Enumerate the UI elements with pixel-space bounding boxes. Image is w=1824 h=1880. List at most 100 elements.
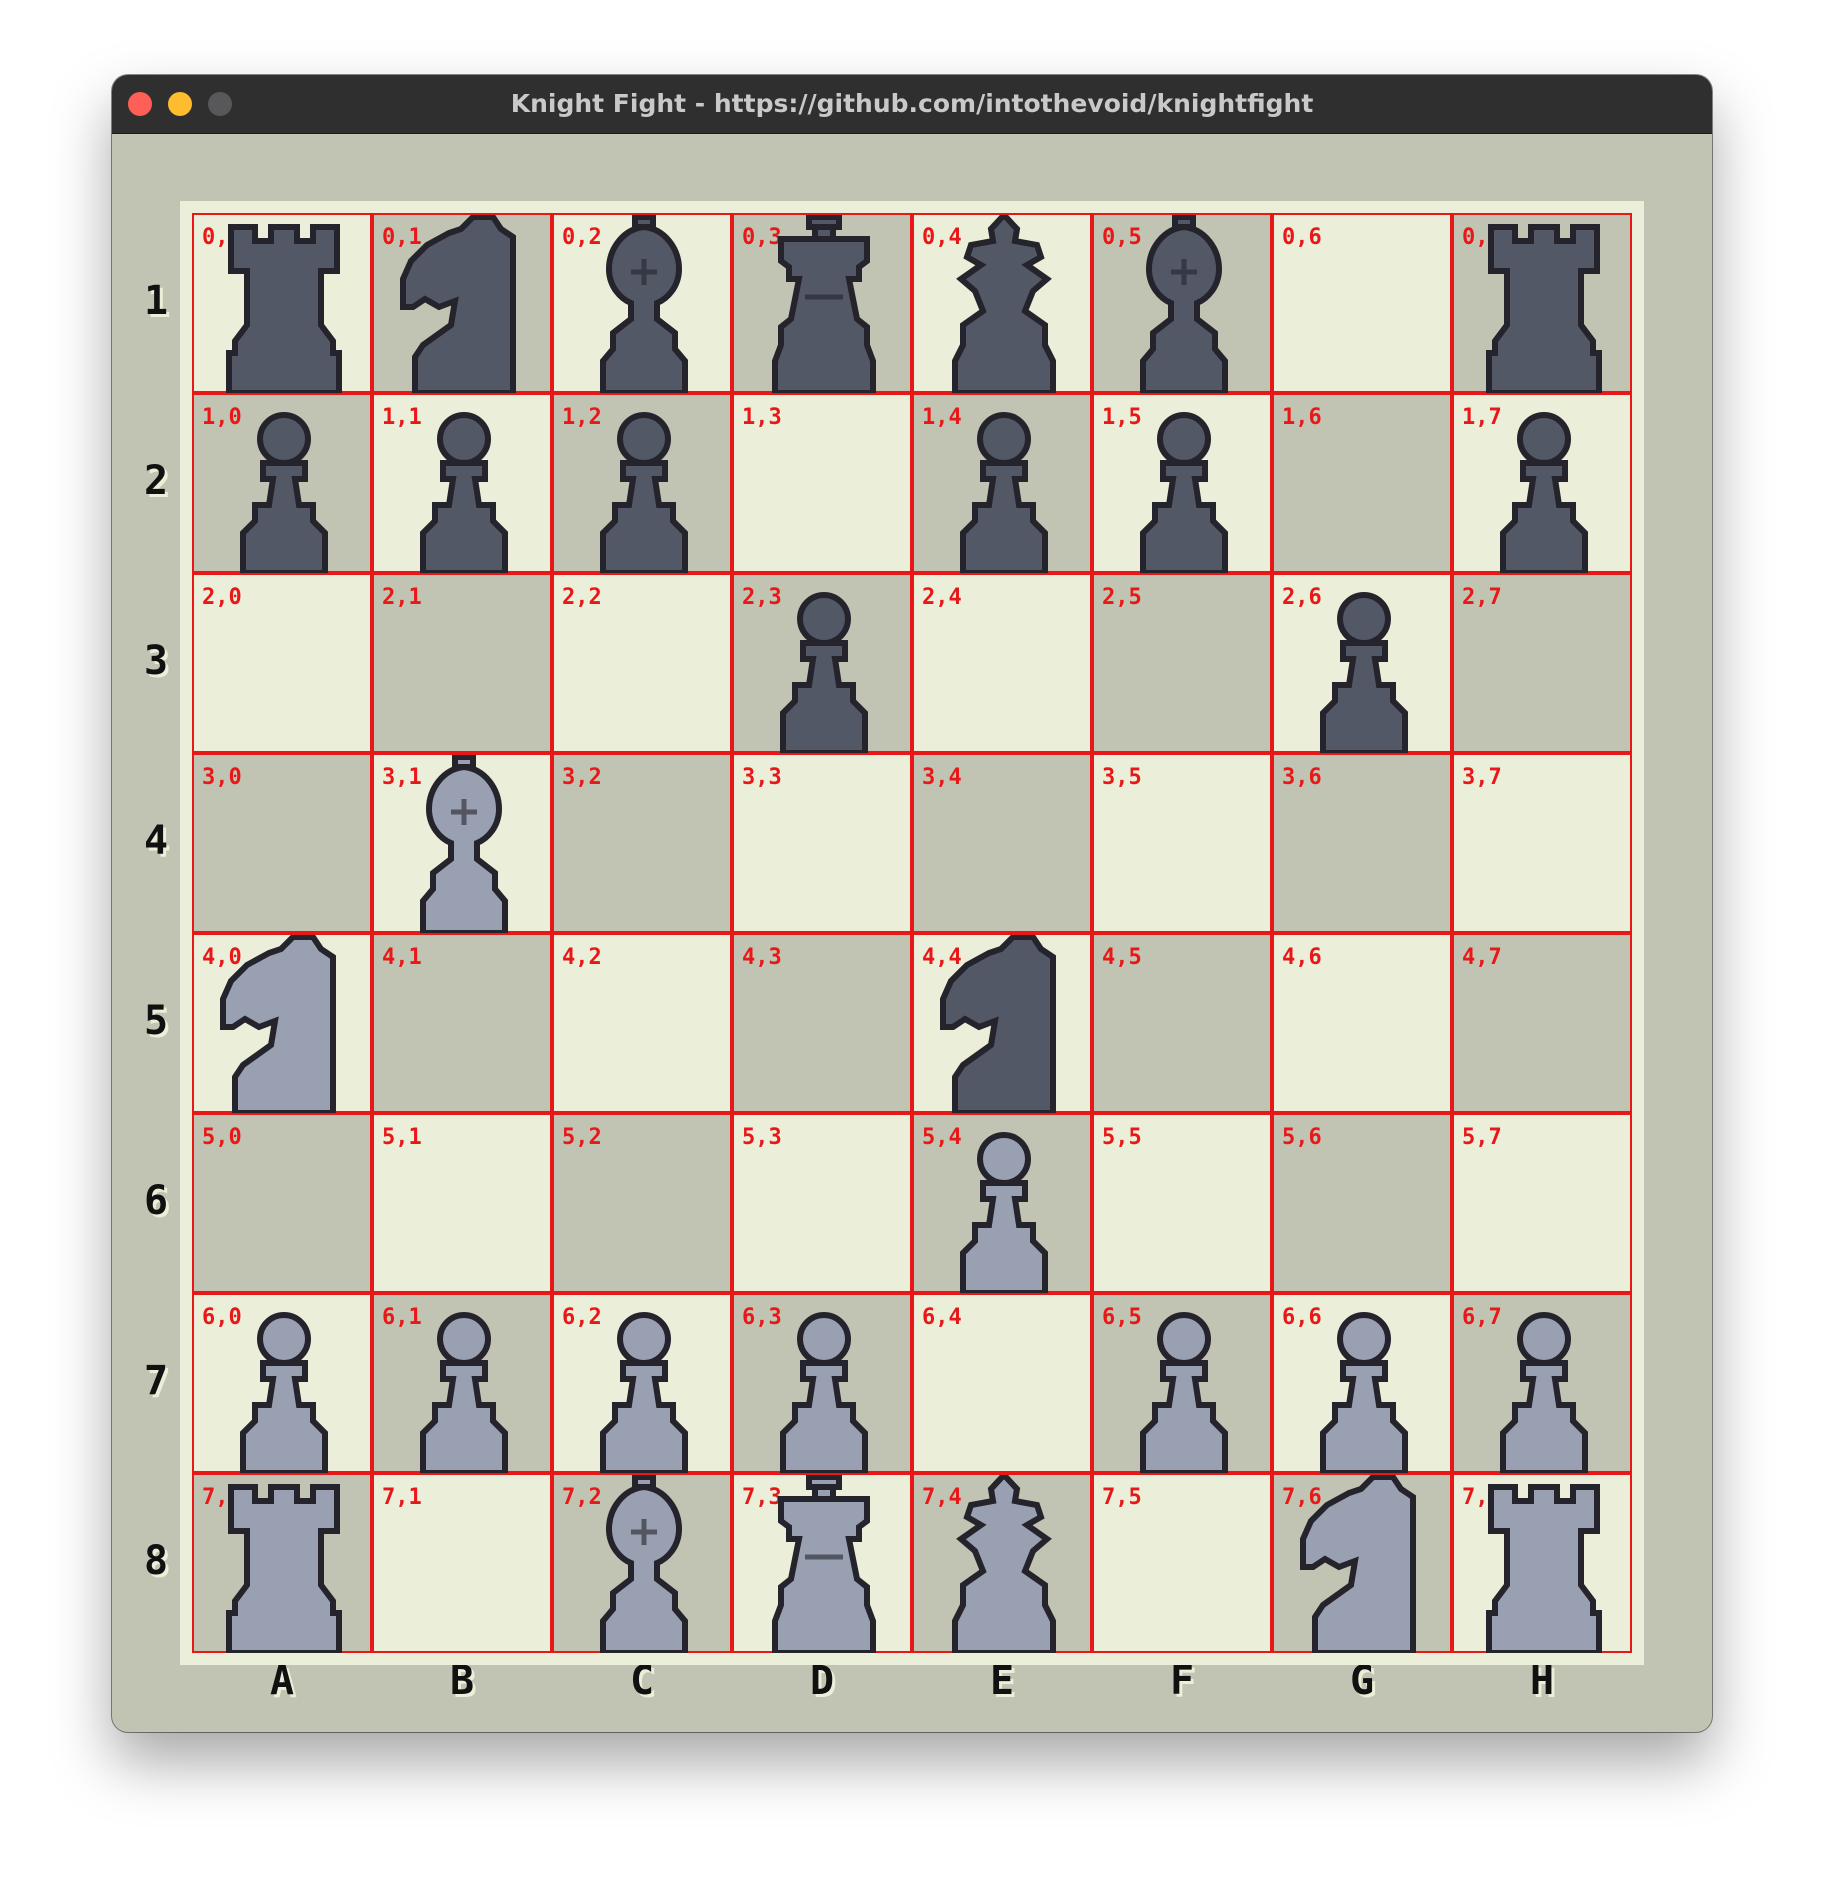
light-pawn-icon[interactable] (209, 1295, 359, 1473)
board-square[interactable]: 5,2 (552, 1113, 732, 1293)
dark-knight-icon[interactable] (929, 935, 1079, 1113)
board-square[interactable]: 2,6 (1272, 573, 1452, 753)
board-square[interactable]: 6,3 (732, 1293, 912, 1473)
light-pawn-icon[interactable] (1289, 1295, 1439, 1473)
square-coordinate-label: 3,6 (1282, 765, 1322, 790)
light-rook-icon[interactable] (209, 1475, 359, 1653)
light-knight-icon[interactable] (1289, 1475, 1439, 1653)
board-square[interactable]: 6,1 (372, 1293, 552, 1473)
dark-bishop-icon[interactable] (1109, 215, 1259, 393)
board-square[interactable]: 2,2 (552, 573, 732, 753)
board-square[interactable]: 4,1 (372, 933, 552, 1113)
board-square[interactable]: 3,5 (1092, 753, 1272, 933)
dark-pawn-icon[interactable] (389, 395, 539, 573)
board-square[interactable]: 6,4 (912, 1293, 1092, 1473)
board-square[interactable]: 1,5 (1092, 393, 1272, 573)
board-square[interactable]: 2,3 (732, 573, 912, 753)
board-square[interactable]: 7,1 (372, 1473, 552, 1653)
board-square[interactable]: 5,5 (1092, 1113, 1272, 1293)
board-square[interactable]: 6,2 (552, 1293, 732, 1473)
board-square[interactable]: 4,0 (192, 933, 372, 1113)
board-square[interactable]: 2,4 (912, 573, 1092, 753)
light-queen-icon[interactable] (749, 1475, 899, 1653)
light-pawn-icon[interactable] (1469, 1295, 1619, 1473)
board-square[interactable]: 2,1 (372, 573, 552, 753)
light-pawn-icon[interactable] (749, 1295, 899, 1473)
board-square[interactable]: 4,7 (1452, 933, 1632, 1113)
dark-pawn-icon[interactable] (1109, 395, 1259, 573)
board-square[interactable]: 6,5 (1092, 1293, 1272, 1473)
board-square[interactable]: 1,3 (732, 393, 912, 573)
dark-rook-icon[interactable] (1469, 215, 1619, 393)
board-square[interactable]: 7,6 (1272, 1473, 1452, 1653)
light-rook-icon[interactable] (1469, 1475, 1619, 1653)
board-square[interactable]: 2,5 (1092, 573, 1272, 753)
light-pawn-icon[interactable] (1109, 1295, 1259, 1473)
board-square[interactable]: 3,2 (552, 753, 732, 933)
square-coordinate-label: 2,7 (1462, 585, 1502, 610)
light-pawn-icon[interactable] (569, 1295, 719, 1473)
board-square[interactable]: 5,0 (192, 1113, 372, 1293)
board-square[interactable]: 1,2 (552, 393, 732, 573)
board-square[interactable]: 3,0 (192, 753, 372, 933)
light-bishop-icon[interactable] (569, 1475, 719, 1653)
dark-pawn-icon[interactable] (569, 395, 719, 573)
dark-king-icon[interactable] (929, 215, 1079, 393)
board-square[interactable]: 7,7 (1452, 1473, 1632, 1653)
board-square[interactable]: 6,6 (1272, 1293, 1452, 1473)
dark-rook-icon[interactable] (209, 215, 359, 393)
dark-pawn-icon[interactable] (929, 395, 1079, 573)
board-square[interactable]: 3,1 (372, 753, 552, 933)
board-square[interactable]: 0,4 (912, 213, 1092, 393)
board-square[interactable]: 5,7 (1452, 1113, 1632, 1293)
board-square[interactable]: 1,1 (372, 393, 552, 573)
light-pawn-icon[interactable] (929, 1115, 1079, 1293)
title-bar[interactable]: Knight Fight - https://github.com/intoth… (112, 75, 1712, 134)
board-square[interactable]: 4,6 (1272, 933, 1452, 1113)
dark-knight-icon[interactable] (389, 215, 539, 393)
board-square[interactable]: 1,4 (912, 393, 1092, 573)
board-square[interactable]: 1,6 (1272, 393, 1452, 573)
board-square[interactable]: 2,7 (1452, 573, 1632, 753)
dark-pawn-icon[interactable] (1469, 395, 1619, 573)
dark-queen-icon[interactable] (749, 215, 899, 393)
dark-pawn-icon[interactable] (749, 575, 899, 753)
board-square[interactable]: 5,3 (732, 1113, 912, 1293)
board-square[interactable]: 2,0 (192, 573, 372, 753)
board-square[interactable]: 5,4 (912, 1113, 1092, 1293)
board-square[interactable]: 0,5 (1092, 213, 1272, 393)
board-square[interactable]: 5,1 (372, 1113, 552, 1293)
board-square[interactable]: 6,7 (1452, 1293, 1632, 1473)
board-square[interactable]: 0,7 (1452, 213, 1632, 393)
board-square[interactable]: 5,6 (1272, 1113, 1452, 1293)
light-bishop-icon[interactable] (389, 755, 539, 933)
board-square[interactable]: 0,6 (1272, 213, 1452, 393)
board-square[interactable]: 0,1 (372, 213, 552, 393)
dark-pawn-icon[interactable] (1289, 575, 1439, 753)
board-square[interactable]: 4,5 (1092, 933, 1272, 1113)
board-square[interactable]: 4,4 (912, 933, 1092, 1113)
board-square[interactable]: 3,7 (1452, 753, 1632, 933)
dark-bishop-icon[interactable] (569, 215, 719, 393)
board-square[interactable]: 7,4 (912, 1473, 1092, 1653)
board-square[interactable]: 6,0 (192, 1293, 372, 1473)
light-king-icon[interactable] (929, 1475, 1079, 1653)
board-square[interactable]: 0,3 (732, 213, 912, 393)
light-knight-icon[interactable] (209, 935, 359, 1113)
board-square[interactable]: 3,4 (912, 753, 1092, 933)
board-square[interactable]: 7,3 (732, 1473, 912, 1653)
board-square[interactable]: 0,2 (552, 213, 732, 393)
board-square[interactable]: 4,2 (552, 933, 732, 1113)
dark-pawn-icon[interactable] (209, 395, 359, 573)
board-square[interactable]: 4,3 (732, 933, 912, 1113)
light-pawn-icon[interactable] (389, 1295, 539, 1473)
board-square[interactable]: 3,3 (732, 753, 912, 933)
board-square[interactable]: 7,0 (192, 1473, 372, 1653)
board-square[interactable]: 7,2 (552, 1473, 732, 1653)
board-square[interactable]: 0,0 (192, 213, 372, 393)
square-coordinate-label: 4,2 (562, 945, 602, 970)
board-square[interactable]: 1,0 (192, 393, 372, 573)
board-square[interactable]: 3,6 (1272, 753, 1452, 933)
board-square[interactable]: 7,5 (1092, 1473, 1272, 1653)
board-square[interactable]: 1,7 (1452, 393, 1632, 573)
